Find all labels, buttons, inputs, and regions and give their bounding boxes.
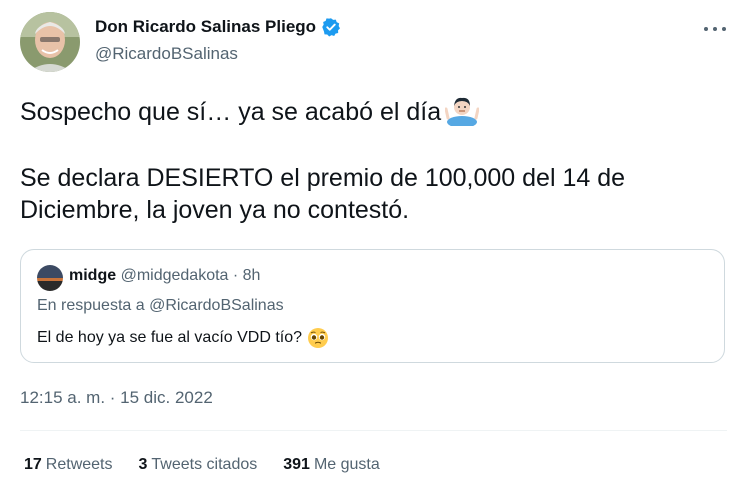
more-options-icon[interactable] <box>704 22 726 36</box>
like-count: 391 <box>283 456 310 473</box>
tweet-text: Sospecho que sí… ya se acabó el día Se d… <box>20 94 720 226</box>
quote-label: Tweets citados <box>151 456 258 473</box>
stat-retweets[interactable]: 17 Retweets <box>24 456 113 474</box>
quoted-text-row: El de hoy ya se fue al vacío VDD tío? <box>37 327 329 349</box>
retweet-count: 17 <box>24 456 42 473</box>
quoted-avatar[interactable] <box>37 265 63 291</box>
quoted-header: midge @midgedakota · 8h <box>69 267 260 285</box>
stat-likes[interactable]: 391 Me gusta <box>283 456 380 474</box>
author-avatar[interactable] <box>20 12 80 72</box>
quote-count: 3 <box>138 456 148 473</box>
tweet-paragraph-1-text: Sospecho que sí… ya se acabó el día <box>20 98 442 126</box>
quoted-tweet[interactable]: midge @midgedakota · 8h En respuesta a @… <box>20 249 725 363</box>
like-label: Me gusta <box>313 456 380 473</box>
tweet-paragraph-2: Se declara DESIERTO el premio de 100,000… <box>20 164 626 224</box>
man-shrugging-emoji-icon <box>444 94 480 128</box>
quoted-name: midge <box>69 267 117 284</box>
engagement-stats: 17 Retweets 3 Tweets citados 391 Me gusta <box>24 456 380 474</box>
tweet-card: Don Ricardo Salinas Pliego @RicardoBSali… <box>0 0 747 489</box>
pleading-face-emoji-icon <box>307 327 329 349</box>
author-name[interactable]: Don Ricardo Salinas Pliego <box>95 17 316 37</box>
verified-badge-icon <box>321 17 341 37</box>
quoted-reply-to: En respuesta a @RicardoBSalinas <box>37 297 284 314</box>
quoted-text: El de hoy ya se fue al vacío VDD tío? <box>37 329 303 346</box>
divider-top <box>20 430 727 431</box>
tweet-timestamp[interactable]: 12:15 a. m. · 15 dic. 2022 <box>20 388 213 408</box>
author-handle[interactable]: @RicardoBSalinas <box>95 44 238 64</box>
tweet-paragraph-1: Sospecho que sí… ya se acabó el día <box>20 94 720 128</box>
retweet-label: Retweets <box>45 456 113 473</box>
quoted-handle-time: @midgedakota · 8h <box>120 267 261 284</box>
author-name-row: Don Ricardo Salinas Pliego <box>95 17 341 37</box>
stat-quote-tweets[interactable]: 3 Tweets citados <box>139 456 258 474</box>
